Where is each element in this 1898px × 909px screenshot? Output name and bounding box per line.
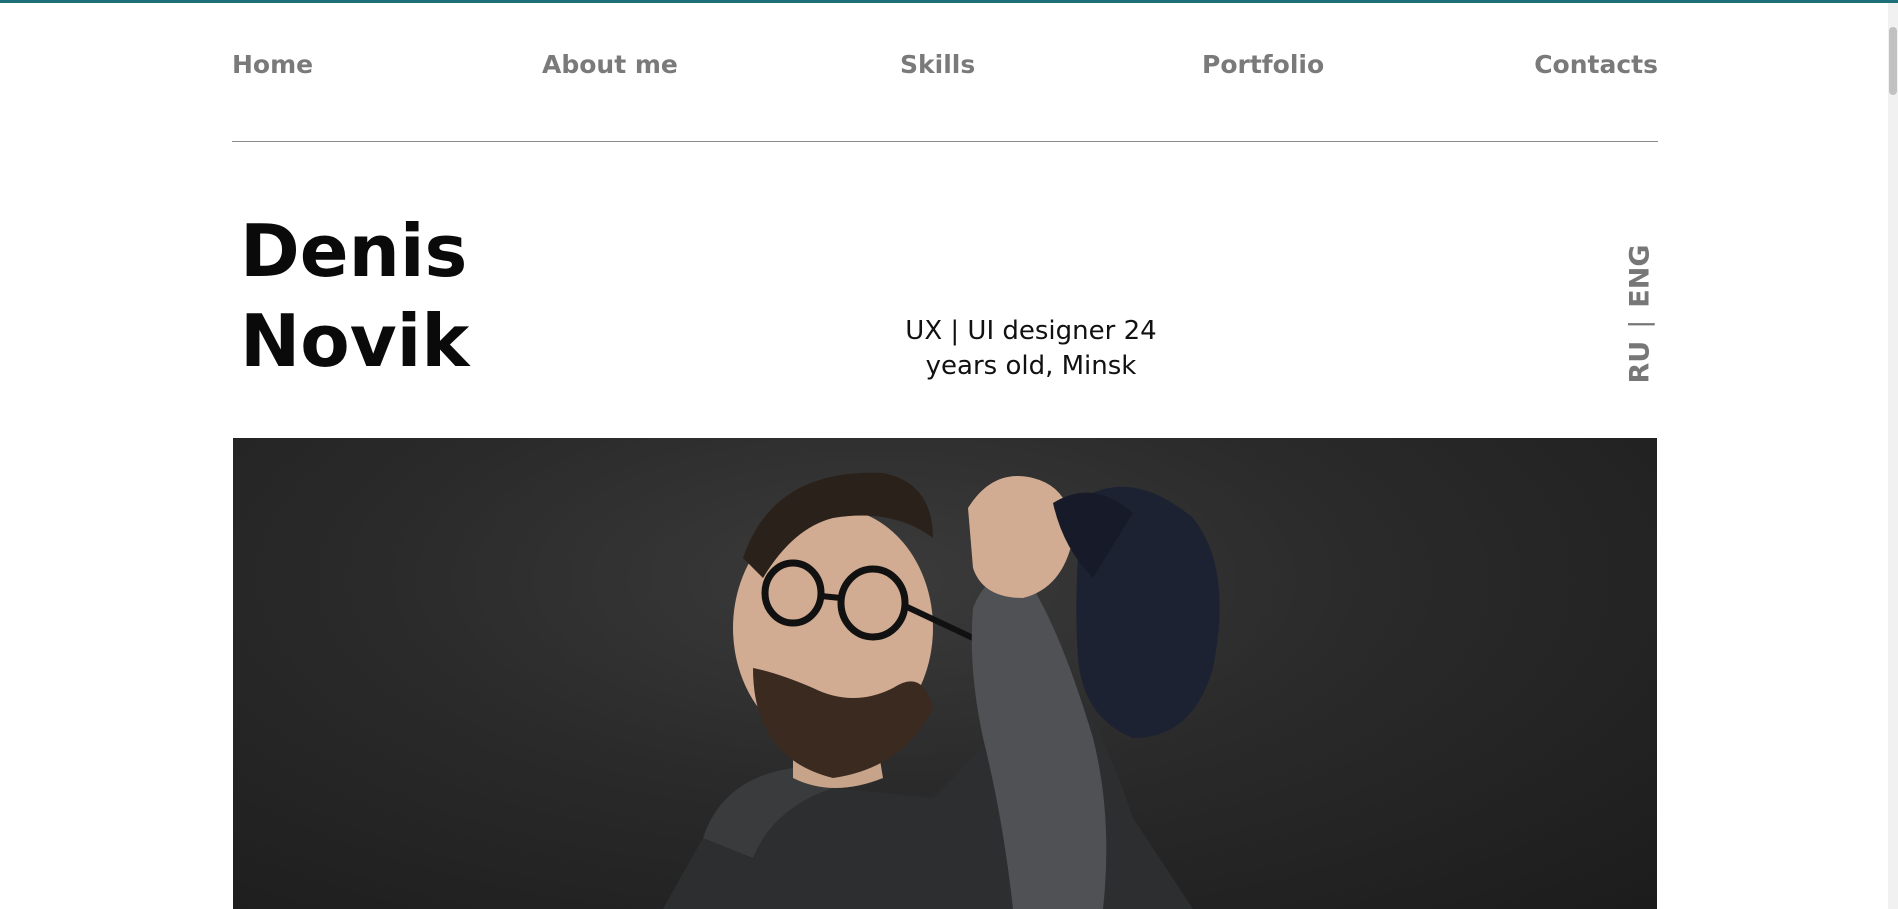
lang-separator: | (1624, 319, 1656, 329)
nav-contacts-link[interactable]: Contacts (1534, 50, 1658, 79)
nav-skills-link[interactable]: Skills (900, 50, 975, 79)
main-nav: Home About me Skills Portfolio Contacts (232, 40, 1658, 92)
scrollbar-thumb[interactable] (1889, 27, 1897, 95)
nav-portfolio-link[interactable]: Portfolio (1202, 50, 1324, 79)
hero-first-name: Denis (240, 209, 468, 293)
top-accent-bar (0, 0, 1898, 3)
hero-last-name: Novik (240, 299, 470, 383)
portrait-illustration (663, 472, 1220, 909)
lang-eng-link[interactable]: ENG (1625, 244, 1656, 307)
page-scrollbar[interactable] (1888, 3, 1898, 909)
nav-home-link[interactable]: Home (232, 50, 313, 79)
language-switcher: RU | ENG (1622, 244, 1658, 384)
lang-ru-link[interactable]: RU (1625, 341, 1656, 384)
tagline-line-1: UX | UI designer 24 (905, 316, 1157, 346)
hero-photo (233, 438, 1657, 909)
tagline-line-2: years old, Minsk (925, 351, 1137, 381)
nav-divider (232, 141, 1658, 142)
hero-name: Denis Novik (240, 206, 469, 386)
nav-about-link[interactable]: About me (542, 50, 678, 79)
hero-tagline: UX | UI designer 24 years old, Minsk (880, 314, 1182, 384)
